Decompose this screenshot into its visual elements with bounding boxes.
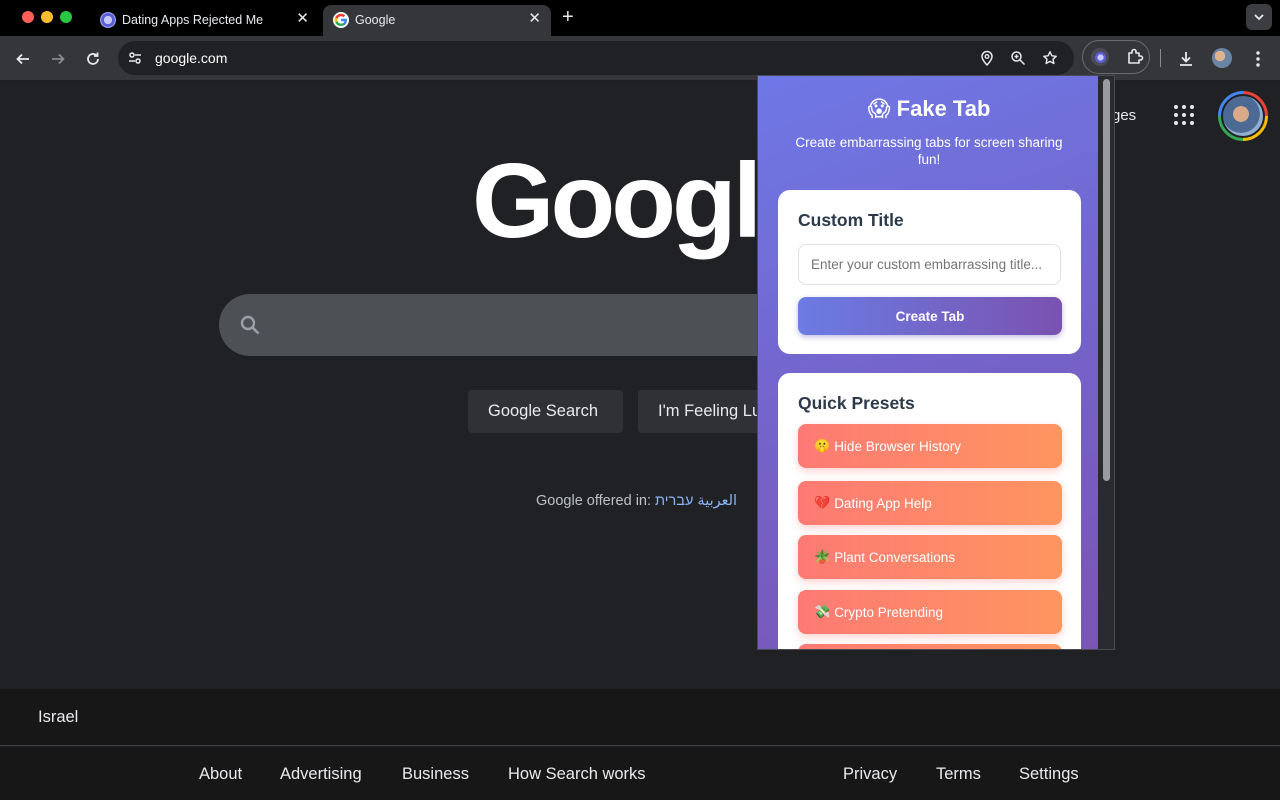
window-minimize-button[interactable] bbox=[41, 11, 53, 23]
preset-plant-conversations[interactable]: 🪴 Plant Conversations bbox=[798, 535, 1062, 579]
footer-link-business[interactable]: Business bbox=[402, 765, 469, 784]
preset-hide-browser-history[interactable]: 🤫 Hide Browser History bbox=[798, 424, 1062, 468]
reload-button[interactable] bbox=[80, 46, 106, 72]
google-apps-icon[interactable] bbox=[1172, 103, 1196, 127]
scrollbar-thumb[interactable] bbox=[1103, 79, 1110, 481]
new-tab-button[interactable]: + bbox=[562, 6, 574, 28]
footer-link-terms[interactable]: Terms bbox=[936, 765, 981, 784]
create-tab-button[interactable]: Create Tab bbox=[798, 297, 1062, 335]
footer-link-privacy[interactable]: Privacy bbox=[843, 765, 897, 784]
images-link[interactable]: ges bbox=[1112, 107, 1136, 124]
preset-next-item-partial[interactable] bbox=[798, 644, 1062, 649]
site-settings-icon[interactable] bbox=[125, 48, 145, 68]
footer-link-settings[interactable]: Settings bbox=[1019, 765, 1079, 784]
search-icon bbox=[240, 315, 260, 335]
browser-menu-button[interactable] bbox=[1245, 46, 1271, 72]
extensions-puzzle-icon[interactable] bbox=[1125, 47, 1145, 72]
money-wings-icon: 💸 bbox=[814, 604, 831, 619]
popup-title: 😱 Fake Tab bbox=[867, 96, 991, 121]
popup-content: 😱 Fake Tab Create embarrassing tabs for … bbox=[758, 76, 1100, 649]
google-search-button[interactable]: Google Search bbox=[468, 390, 623, 433]
custom-title-heading: Custom Title bbox=[798, 210, 904, 230]
tab-title: Dating Apps Rejected Me bbox=[122, 13, 264, 27]
fake-tab-extension-button[interactable] bbox=[1091, 48, 1109, 66]
window-close-button[interactable] bbox=[22, 11, 34, 23]
close-tab-icon[interactable]: ✕ bbox=[296, 10, 309, 28]
profile-avatar[interactable] bbox=[1212, 48, 1232, 68]
extension-toolbar-group bbox=[1082, 40, 1150, 74]
download-icon bbox=[1180, 52, 1192, 66]
quick-presets-heading: Quick Presets bbox=[798, 393, 915, 413]
custom-title-input[interactable] bbox=[798, 244, 1061, 285]
footer-link-advertising[interactable]: Advertising bbox=[280, 765, 362, 784]
quick-presets-card: Quick Presets 🤫 Hide Browser History 💔 D… bbox=[778, 373, 1081, 649]
offered-in-label: Google offered in: bbox=[536, 493, 652, 509]
scream-emoji-icon: 😱 bbox=[867, 96, 891, 121]
languages-offered: Google offered in: العربية עברית bbox=[536, 493, 737, 509]
popup-subtitle: Create embarrassing tabs for screen shar… bbox=[795, 135, 1063, 167]
footer-link-about[interactable]: About bbox=[199, 765, 242, 784]
url-text[interactable]: google.com bbox=[155, 50, 227, 66]
fake-tab-extension-icon bbox=[1094, 51, 1106, 63]
fake-tab-popup: 😱 Fake Tab Create embarrassing tabs for … bbox=[757, 75, 1115, 650]
custom-title-card: Custom Title Create Tab bbox=[778, 190, 1081, 354]
google-favicon-icon bbox=[333, 12, 349, 28]
tab-google[interactable]: Google ✕ bbox=[323, 5, 551, 36]
tab-dating-apps[interactable]: Dating Apps Rejected Me ✕ bbox=[90, 5, 319, 36]
tab-search-button[interactable] bbox=[1246, 4, 1272, 30]
tab-title: Google bbox=[355, 13, 396, 27]
language-links[interactable]: العربية עברית bbox=[655, 493, 737, 509]
reload-icon bbox=[87, 52, 99, 65]
toolbar-divider bbox=[1160, 49, 1161, 67]
arrow-left-icon bbox=[16, 53, 29, 65]
downloads-button[interactable] bbox=[1173, 46, 1199, 72]
zoom-icon[interactable] bbox=[1008, 48, 1028, 68]
footer-links-bar: About Advertising Business How Search wo… bbox=[0, 747, 1280, 800]
tab-strip: Dating Apps Rejected Me ✕ Google ✕ + bbox=[0, 0, 1280, 36]
chevron-down-icon bbox=[1254, 14, 1264, 21]
footer-link-how-search-works[interactable]: How Search works bbox=[508, 765, 646, 784]
close-tab-icon[interactable]: ✕ bbox=[528, 10, 541, 28]
back-button[interactable] bbox=[10, 46, 36, 72]
popup-scrollbar[interactable] bbox=[1098, 76, 1114, 649]
broken-heart-icon: 💔 bbox=[814, 495, 831, 510]
google-account-avatar[interactable] bbox=[1218, 91, 1268, 141]
window-zoom-button[interactable] bbox=[60, 11, 72, 23]
footer-country-bar: Israel bbox=[0, 689, 1280, 746]
search-box[interactable] bbox=[219, 294, 819, 356]
potted-plant-icon: 🪴 bbox=[814, 549, 831, 564]
bookmark-star-icon[interactable] bbox=[1040, 48, 1060, 68]
arrow-right-icon bbox=[52, 53, 65, 65]
extension-favicon-icon bbox=[100, 12, 116, 28]
preset-crypto-pretending[interactable]: 💸 Crypto Pretending bbox=[798, 590, 1062, 634]
country-label: Israel bbox=[38, 708, 79, 726]
shush-emoji-icon: 🤫 bbox=[814, 438, 831, 453]
location-pin-icon[interactable] bbox=[977, 48, 997, 68]
address-bar[interactable]: google.com bbox=[118, 41, 1074, 75]
kebab-menu-icon bbox=[1256, 51, 1260, 67]
forward-button[interactable] bbox=[45, 46, 71, 72]
preset-dating-app-help[interactable]: 💔 Dating App Help bbox=[798, 481, 1062, 525]
